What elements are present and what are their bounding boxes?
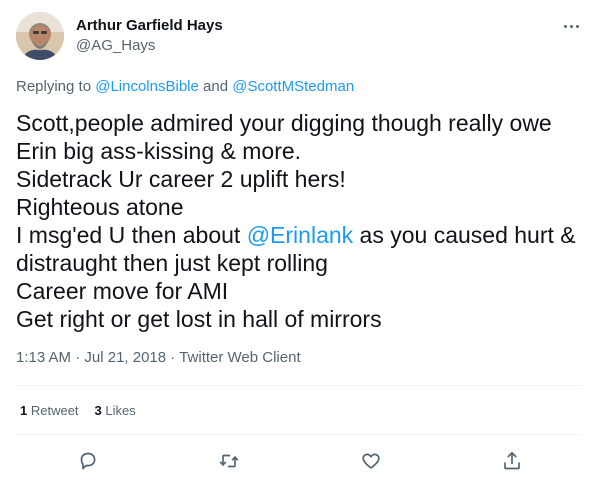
tweet-date[interactable]: Jul 21, 2018 — [84, 349, 166, 366]
meta-separator: · — [166, 349, 180, 366]
tweet-line: Scott,people admired your digging though… — [16, 110, 552, 136]
action-bar — [0, 448, 598, 474]
replying-to: Replying to @LincolnsBible and @ScottMSt… — [16, 77, 354, 97]
replying-joiner: and — [198, 78, 233, 95]
tweet-text: Scott,people admired your digging though… — [16, 109, 582, 333]
more-horizontal-icon[interactable] — [562, 16, 582, 36]
tweet-line-prefix: I msg'ed U then about — [16, 222, 247, 248]
retweet-count-link[interactable]: 1 Retweet — [20, 403, 79, 418]
tweet-time[interactable]: 1:13 AM — [16, 349, 71, 366]
meta-separator: · — [71, 349, 85, 366]
tweet-line: distraught then just kept rolling — [16, 250, 328, 276]
divider — [16, 434, 582, 435]
reply-mention-lincolnsbible[interactable]: @LincolnsBible — [95, 78, 199, 95]
tweet-line: Sidetrack Ur career 2 uplift hers! — [16, 166, 346, 192]
tweet-line: Righteous atone — [16, 194, 184, 220]
tweet-meta: 1:13 AM · Jul 21, 2018 · Twitter Web Cli… — [16, 348, 301, 368]
tweet-client[interactable]: Twitter Web Client — [179, 349, 300, 366]
reply-icon[interactable] — [75, 448, 101, 474]
tweet-line: I msg'ed U then about @Erinlank as you c… — [16, 221, 582, 249]
like-count-link[interactable]: 3 Likes — [95, 403, 136, 418]
author-names: Arthur Garfield Hays @AG_Hays — [76, 16, 223, 56]
tweet-line: Erin big ass-kissing & more. — [16, 138, 302, 164]
divider — [16, 385, 582, 386]
tweet-line: Career move for AMI — [16, 278, 229, 304]
heart-icon[interactable] — [358, 448, 384, 474]
tweet-line: Get right or get lost in hall of mirrors — [16, 306, 382, 332]
like-label: Likes — [101, 403, 136, 418]
author-handle[interactable]: @AG_Hays — [76, 36, 223, 56]
tweet-header: Arthur Garfield Hays @AG_Hays — [16, 12, 582, 60]
share-icon[interactable] — [499, 448, 525, 474]
tweet-stats: 1 Retweet 3 Likes — [20, 403, 152, 419]
retweet-label: Retweet — [27, 403, 79, 418]
author-display-name[interactable]: Arthur Garfield Hays — [76, 16, 223, 36]
like-count: 3 — [94, 403, 102, 418]
reply-mention-scottmstedman[interactable]: @ScottMStedman — [232, 78, 354, 95]
retweet-icon[interactable] — [216, 448, 242, 474]
replying-prefix: Replying to — [16, 78, 96, 95]
tweet-mention-erinlank[interactable]: @Erinlank — [247, 222, 353, 248]
tweet-line-suffix: as you caused hurt & — [353, 222, 576, 248]
avatar[interactable] — [16, 12, 64, 60]
